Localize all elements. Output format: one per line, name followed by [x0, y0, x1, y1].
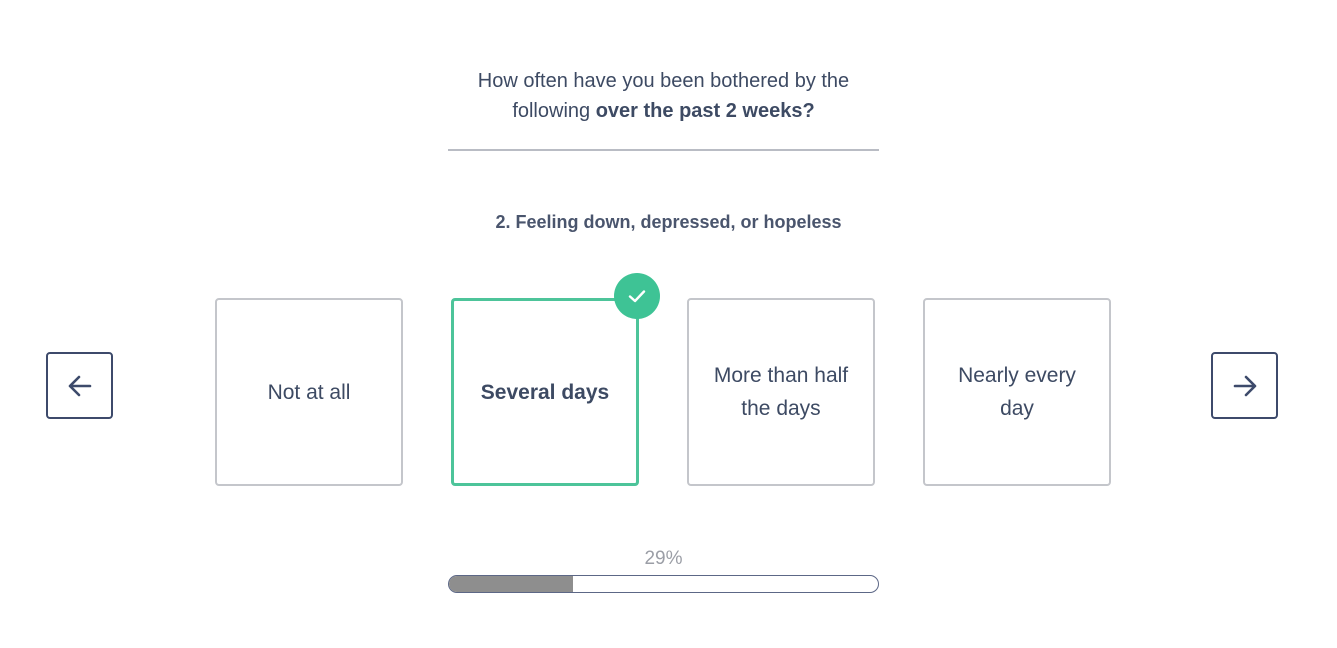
question-title: 2. Feeling down, depressed, or hopeless	[495, 212, 842, 232]
option-label: Nearly every day	[958, 364, 1076, 420]
option-nearly-every-day[interactable]: Nearly every day	[923, 298, 1111, 486]
option-more-than-half-the-days[interactable]: More than half the days	[687, 298, 875, 486]
divider	[448, 149, 879, 151]
option-label: More than half the days	[713, 364, 849, 420]
option-several-days[interactable]: Several days	[451, 298, 639, 486]
arrow-left-icon	[68, 375, 91, 396]
progress-bar	[448, 575, 879, 593]
option-not-at-all[interactable]: Not at all	[215, 298, 403, 486]
next-button[interactable]	[1211, 352, 1278, 419]
question-intro: How often have you been bothered by the …	[448, 66, 879, 126]
option-label: Not at all	[267, 380, 351, 404]
progress-fill	[449, 576, 574, 592]
progress-percent: 29%	[644, 548, 683, 569]
previous-button[interactable]	[46, 352, 113, 419]
option-label: Several days	[480, 380, 610, 404]
intro-emphasis: over the past 2 weeks?	[595, 100, 815, 122]
checkmark-icon	[614, 273, 660, 319]
arrow-right-icon	[1233, 375, 1256, 396]
